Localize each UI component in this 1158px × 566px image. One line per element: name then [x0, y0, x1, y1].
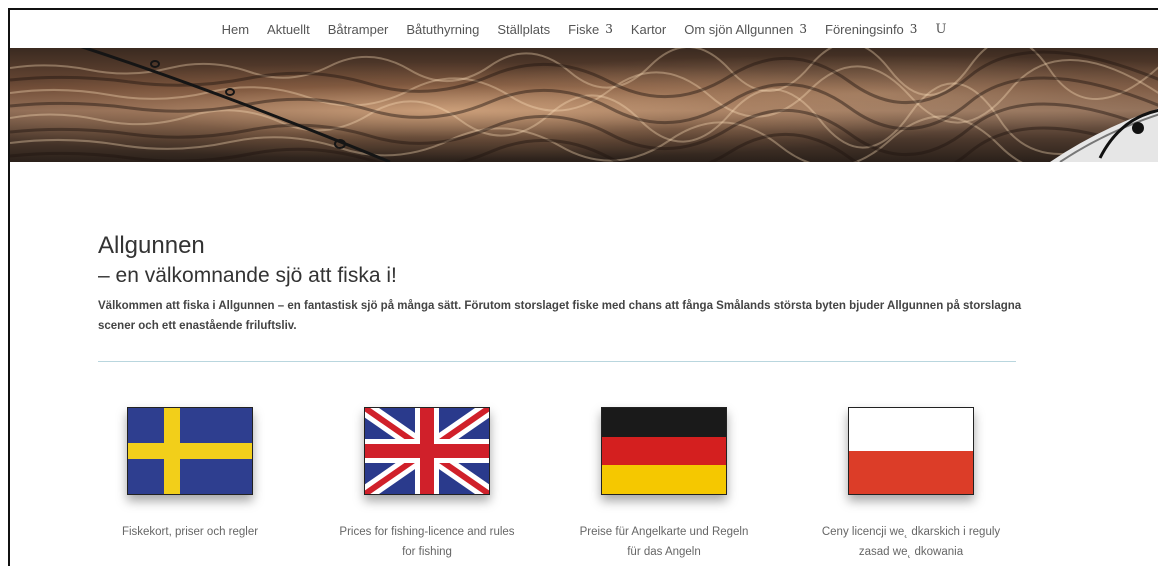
- language-label[interactable]: Prices for fishing-licence and rules for…: [322, 522, 532, 562]
- label-line: zasad we˛ dkowania: [858, 546, 964, 558]
- nav-label: Föreningsinfo: [825, 21, 904, 37]
- germany-flag-icon[interactable]: [601, 407, 727, 495]
- label-line: Fiskekort, priser och regler: [121, 526, 259, 538]
- divider: [98, 361, 1016, 362]
- nav-label: Kartor: [630, 21, 667, 37]
- intro-paragraph: Välkommen att fiska i Allgunnen – en fan…: [98, 300, 1022, 332]
- fishing-rod-water-image: [10, 48, 1158, 162]
- nav-item-stallplats[interactable]: Ställplats: [497, 22, 550, 37]
- label-line: for fishing: [402, 546, 452, 558]
- page-title: Allgunnen: [98, 232, 205, 259]
- language-label[interactable]: Ceny licencji we˛ dkarskich i reguly zas…: [806, 522, 1016, 562]
- nav-label: Om sjön Allgunnen: [684, 21, 794, 37]
- header-banner-image: [10, 48, 1158, 162]
- nav-item-batramper[interactable]: Båtramper: [328, 22, 389, 37]
- chevron-down-icon: 3: [799, 22, 808, 36]
- nav-item-foreningsinfo[interactable]: Föreningsinfo 3: [825, 22, 917, 37]
- nav-label: Båtramper: [327, 21, 389, 37]
- main-navigation: Hem Aktuellt Båtramper Båtuthyrning Stäl…: [10, 10, 1158, 48]
- nav-item-aktuellt[interactable]: Aktuellt: [267, 22, 310, 37]
- page-frame: Hem Aktuellt Båtramper Båtuthyrning Stäl…: [8, 8, 1158, 566]
- nav-label: Ställplats: [497, 21, 551, 37]
- nav-item-batuthyrning[interactable]: Båtuthyrning: [406, 22, 479, 37]
- poland-flag-icon[interactable]: [848, 407, 974, 495]
- nav-label: Aktuellt: [267, 21, 310, 37]
- page-subtitle: – en välkomnande sjö att fiska i!: [98, 264, 397, 287]
- nav-item-hem[interactable]: Hem: [222, 22, 249, 37]
- nav-item-om-sjon[interactable]: Om sjön Allgunnen 3: [684, 22, 807, 37]
- nav-item-fiske[interactable]: Fiske 3: [568, 22, 613, 37]
- language-card-german[interactable]: Preise für Angelkarte und Regeln für das…: [559, 407, 769, 562]
- language-card-swedish[interactable]: Fiskekort, priser och regler: [85, 407, 295, 542]
- nav-label: Fiske: [568, 21, 600, 37]
- chevron-down-icon: 3: [605, 22, 613, 36]
- nav-label: Båtuthyrning: [406, 21, 480, 37]
- chevron-down-icon: 3: [909, 22, 918, 36]
- nav-label: Hem: [221, 21, 250, 37]
- uk-flag-icon[interactable]: [364, 407, 490, 495]
- label-line: Prices for fishing-licence and rules: [339, 526, 515, 538]
- label-line: Ceny licencji we˛ dkarskich i reguly: [821, 526, 1001, 538]
- user-icon[interactable]: U: [935, 22, 946, 37]
- label-line: Preise für Angelkarte und Regeln: [579, 526, 749, 538]
- language-label[interactable]: Fiskekort, priser och regler: [85, 522, 295, 542]
- language-card-english[interactable]: Prices for fishing-licence and rules for…: [322, 407, 532, 562]
- language-card-polish[interactable]: Ceny licencji we˛ dkarskich i reguly zas…: [806, 407, 1016, 562]
- sweden-flag-icon[interactable]: [127, 407, 253, 495]
- language-label[interactable]: Preise für Angelkarte und Regeln für das…: [559, 522, 769, 562]
- nav-item-kartor[interactable]: Kartor: [631, 22, 666, 37]
- label-line: für das Angeln: [627, 546, 701, 558]
